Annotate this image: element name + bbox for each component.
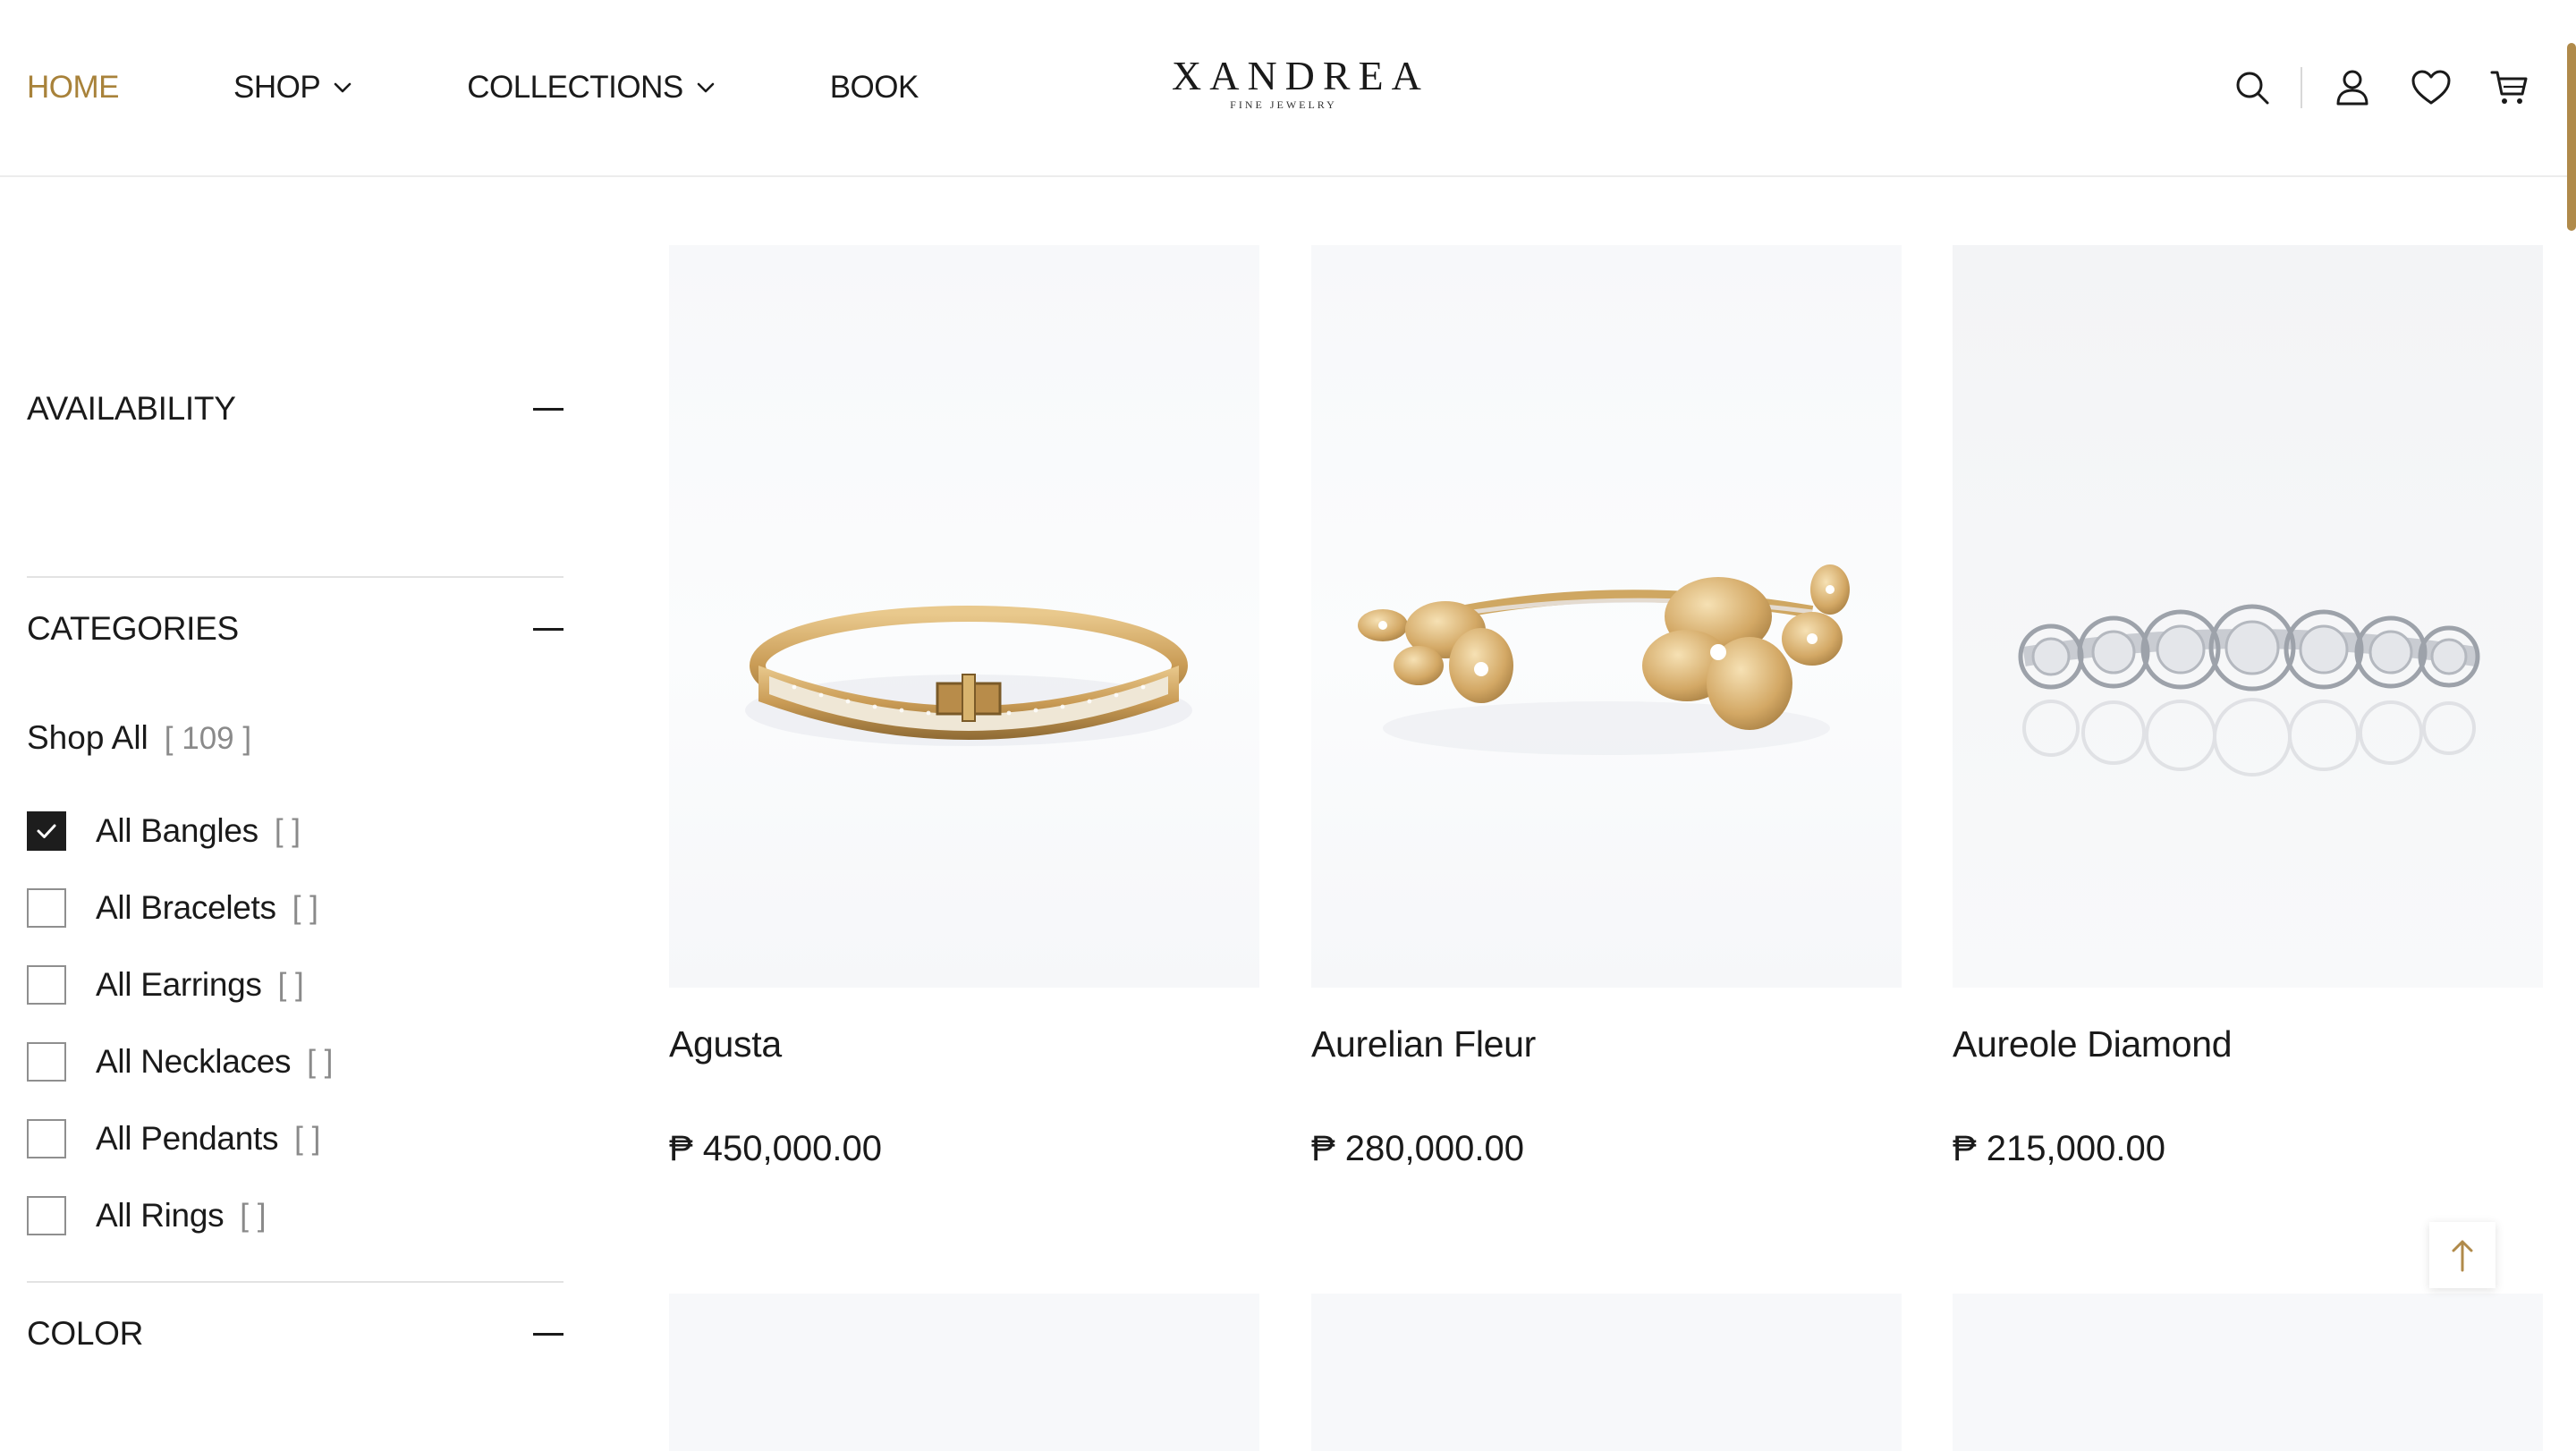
- shop-all-link[interactable]: Shop All [ 109 ]: [27, 719, 251, 757]
- collapse-minus-icon[interactable]: [533, 1332, 564, 1336]
- nav-book[interactable]: BOOK: [830, 70, 919, 106]
- shop-all-count: [ 109 ]: [164, 721, 252, 756]
- checkbox[interactable]: [27, 888, 66, 928]
- category-all-rings[interactable]: All Rings [ ]: [27, 1177, 333, 1254]
- product-price: ₱ 450,000.00: [669, 1129, 882, 1168]
- checkbox[interactable]: [27, 1042, 66, 1082]
- checkbox[interactable]: [27, 1119, 66, 1158]
- product-name[interactable]: Aurelian Fleur: [1311, 1023, 1536, 1065]
- category-label: All Earrings: [96, 966, 262, 1003]
- product-price: ₱ 280,000.00: [1311, 1129, 1524, 1168]
- arrow-up-icon: [2452, 1240, 2473, 1272]
- product-name[interactable]: Aureole Diamond: [1953, 1023, 2233, 1065]
- nav-shop-label: SHOP: [233, 70, 321, 105]
- header-divider: [2301, 67, 2302, 108]
- site-header: HOME SHOP COLLECTIONS BOOK XANDREA FINE …: [0, 0, 2576, 177]
- filter-divider: [27, 1281, 564, 1283]
- category-count: [ ]: [307, 1044, 334, 1079]
- category-label: All Bangles: [96, 812, 258, 849]
- filter-availability-header[interactable]: AVAILABILITY: [27, 390, 564, 428]
- checkbox-checked[interactable]: [27, 811, 66, 851]
- wishlist-heart-icon[interactable]: [2410, 66, 2453, 109]
- filter-color-header[interactable]: COLOR: [27, 1315, 564, 1353]
- cart-icon[interactable]: [2488, 66, 2531, 109]
- nav-collections[interactable]: COLLECTIONS: [467, 70, 716, 106]
- logo-tagline: FINE JEWELRY: [1230, 98, 1337, 111]
- category-label: All Pendants: [96, 1120, 279, 1157]
- category-all-necklaces[interactable]: All Necklaces [ ]: [27, 1023, 333, 1100]
- filter-availability-title: AVAILABILITY: [27, 390, 236, 427]
- filter-color-title: COLOR: [27, 1315, 144, 1352]
- nav-home[interactable]: HOME: [27, 70, 120, 106]
- logo-wordmark: XANDREA: [1172, 53, 1429, 98]
- header-actions: [2231, 64, 2531, 111]
- collapse-minus-icon[interactable]: [533, 407, 564, 411]
- search-icon[interactable]: [2231, 66, 2274, 109]
- product-image-aureole-diamond[interactable]: [1953, 245, 2543, 988]
- shop-all-label: Shop All: [27, 719, 148, 756]
- category-count: [ ]: [240, 1198, 267, 1233]
- chevron-down-icon: [333, 78, 352, 98]
- category-all-earrings[interactable]: All Earrings [ ]: [27, 946, 333, 1023]
- category-count: [ ]: [274, 813, 301, 848]
- main-nav: HOME SHOP COLLECTIONS BOOK: [27, 0, 1033, 175]
- category-count: [ ]: [292, 890, 318, 925]
- product-name[interactable]: Agusta: [669, 1023, 782, 1065]
- account-icon[interactable]: [2331, 66, 2374, 109]
- category-count: [ ]: [294, 1121, 321, 1156]
- page-scrollbar-thumb[interactable]: [2567, 43, 2576, 231]
- category-count: [ ]: [277, 967, 304, 1002]
- category-list: All Bangles [ ] All Bracelets [ ] All Ea…: [27, 793, 333, 1254]
- category-all-pendants[interactable]: All Pendants [ ]: [27, 1100, 333, 1177]
- brand-logo[interactable]: XANDREA FINE JEWELRY: [1172, 53, 1429, 112]
- checkbox[interactable]: [27, 1196, 66, 1235]
- back-to-top-button[interactable]: [2429, 1222, 2496, 1288]
- product-image-aurelian-fleur[interactable]: [1311, 245, 1902, 988]
- checkmark-icon: [37, 824, 56, 838]
- product-image-placeholder[interactable]: [1311, 1294, 1902, 1451]
- category-label: All Bracelets: [96, 889, 276, 926]
- chevron-down-icon: [696, 78, 716, 98]
- product-price: ₱ 215,000.00: [1953, 1129, 2165, 1168]
- nav-shop[interactable]: SHOP: [233, 70, 352, 106]
- category-label: All Rings: [96, 1197, 225, 1234]
- nav-home-label: HOME: [27, 70, 120, 105]
- nav-collections-label: COLLECTIONS: [467, 70, 683, 105]
- product-image-placeholder[interactable]: [669, 1294, 1259, 1451]
- category-all-bangles[interactable]: All Bangles [ ]: [27, 793, 333, 870]
- category-all-bracelets[interactable]: All Bracelets [ ]: [27, 870, 333, 946]
- filter-categories-title: CATEGORIES: [27, 610, 239, 647]
- filter-categories-header[interactable]: CATEGORIES: [27, 610, 564, 648]
- product-image-placeholder[interactable]: [1953, 1294, 2543, 1451]
- product-image-agusta[interactable]: [669, 245, 1259, 988]
- collapse-minus-icon[interactable]: [533, 627, 564, 631]
- checkbox[interactable]: [27, 965, 66, 1005]
- filter-divider: [27, 576, 564, 578]
- category-label: All Necklaces: [96, 1043, 292, 1080]
- nav-book-label: BOOK: [829, 70, 919, 105]
